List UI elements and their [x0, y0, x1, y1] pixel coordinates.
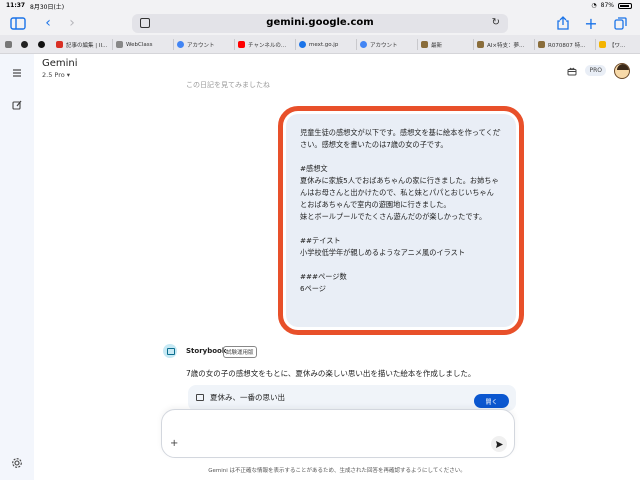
tab-bar: 記事の編集 | II... WebClass アカウント チャンネルの... m…	[0, 35, 640, 54]
chevron-up-icon[interactable]: ⌃	[496, 128, 504, 136]
tab-8[interactable]: 最新	[421, 38, 471, 51]
tab-2-icon-only[interactable]	[38, 38, 52, 51]
book-icon	[196, 394, 204, 401]
tab-2[interactable]: 記事の編集 | II...	[56, 38, 111, 51]
storybook-icon	[163, 344, 177, 358]
avatar[interactable]	[614, 62, 630, 79]
youtube-icon	[238, 41, 245, 48]
tab-5[interactable]: チャンネルの...	[238, 38, 293, 51]
storybook-name: Storybook	[186, 347, 227, 355]
tab-favicon	[5, 41, 12, 48]
google-icon	[360, 41, 367, 48]
tab-1[interactable]	[21, 38, 33, 51]
wifi-icon: ◔	[591, 2, 597, 9]
storybook-card-title: 夏休み、一番の思い出	[210, 393, 285, 402]
tab-favicon	[116, 41, 123, 48]
tab-11[interactable]: 【ワ...	[599, 38, 637, 51]
response-text: 7歳の女の子の感想文をもとに、夏休みの楽しい思い出を描いた絵本を作成しました。	[186, 369, 476, 378]
google-icon	[177, 41, 184, 48]
tab-3[interactable]: WebClass	[116, 38, 171, 51]
reload-icon[interactable]: ↻	[492, 17, 500, 28]
previous-message-text: この日記を見てみましたね	[186, 81, 270, 89]
browser-toolbar: ‹ › gemini.google.com ↻ +	[0, 11, 640, 35]
status-bar: 11:37 8月30日(土) ◔ 87%	[0, 0, 640, 11]
gift-icon[interactable]	[567, 61, 577, 80]
sidebar-toggle-icon[interactable]	[10, 15, 26, 31]
tab-9[interactable]: AI×特支：夢...	[477, 38, 532, 51]
tab-10[interactable]: R070807 特...	[538, 38, 593, 51]
tab-favicon	[299, 41, 306, 48]
tab-favicon	[477, 41, 484, 48]
address-bar[interactable]: gemini.google.com ↻	[132, 14, 508, 33]
send-button[interactable]	[491, 436, 507, 452]
tab-4[interactable]: アカウント	[177, 38, 232, 51]
tab-favicon	[38, 41, 45, 48]
new-chat-icon[interactable]	[11, 96, 23, 110]
pro-badge: PRO	[585, 65, 606, 76]
tab-7[interactable]: アカウント	[360, 38, 415, 51]
battery-icon	[618, 2, 632, 9]
left-rail	[0, 54, 34, 480]
trial-badge: 試験運用版	[223, 346, 257, 358]
status-date: 8月30日(土)	[30, 4, 65, 11]
share-icon[interactable]	[555, 15, 571, 31]
tab-separator	[234, 39, 235, 50]
model-name: 2.5 Pro	[42, 71, 65, 79]
app-title: Gemini	[42, 58, 78, 69]
settings-gear-icon[interactable]	[11, 454, 23, 468]
disclaimer-text: Gemini は不正確な情報を表示することがあるため、生成された回答を再確認する…	[208, 468, 466, 474]
tab-0[interactable]	[5, 38, 17, 51]
tab-separator	[534, 39, 535, 50]
tab-favicon	[599, 41, 606, 48]
tab-favicon	[421, 41, 428, 48]
tab-separator	[112, 39, 113, 50]
send-icon	[495, 440, 503, 448]
tab-separator	[473, 39, 474, 50]
forward-icon[interactable]: ›	[64, 15, 80, 31]
header-right: PRO	[567, 61, 630, 80]
tab-6[interactable]: mext.go.jp	[299, 38, 354, 51]
tab-separator	[356, 39, 357, 50]
new-tab-icon[interactable]: +	[583, 14, 599, 33]
status-right: ◔ 87%	[591, 2, 632, 9]
url-text: gemini.google.com	[266, 17, 374, 28]
chevron-down-icon: ▾	[66, 71, 71, 79]
tab-separator	[295, 39, 296, 50]
menu-icon[interactable]	[11, 64, 23, 77]
prompt-input-box	[161, 409, 515, 458]
plus-icon[interactable]: +	[170, 438, 178, 449]
battery-percent: 87%	[600, 2, 614, 9]
tab-separator	[173, 39, 174, 50]
model-selector[interactable]: 2.5 Pro ▾	[42, 71, 70, 79]
tab-separator	[417, 39, 418, 50]
tab-favicon	[21, 41, 28, 48]
prompt-input[interactable]	[172, 418, 492, 432]
tab-separator	[595, 39, 596, 50]
open-button[interactable]: 開く	[474, 394, 509, 408]
back-icon[interactable]: ‹	[40, 15, 56, 31]
tab-favicon	[56, 41, 63, 48]
storybook-card[interactable]: 夏休み、一番の思い出	[188, 385, 516, 411]
status-time: 11:37	[6, 2, 26, 9]
tab-overview-icon[interactable]	[612, 15, 628, 31]
tab-favicon	[538, 41, 545, 48]
user-prompt-text: 児童生徒の感想文が以下です。感想文を基に絵本を作ってください。感想文を書いたのは…	[300, 128, 500, 293]
